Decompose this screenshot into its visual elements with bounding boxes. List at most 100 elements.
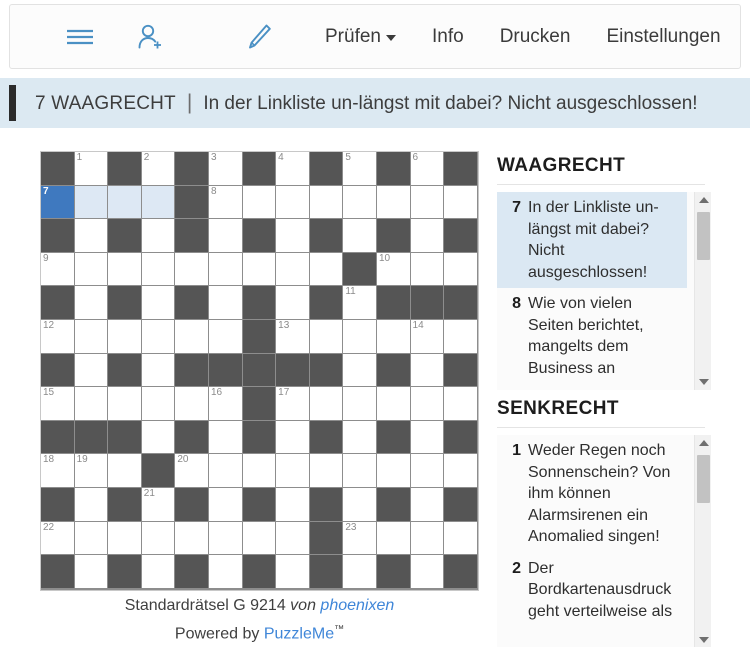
grid-cell[interactable] xyxy=(276,286,310,320)
grid-cell[interactable] xyxy=(343,487,377,522)
grid-cell[interactable] xyxy=(309,319,344,354)
grid-cell[interactable]: 1 xyxy=(74,152,109,186)
across-scrollbar[interactable] xyxy=(694,192,711,390)
grid-cell[interactable] xyxy=(343,454,377,488)
across-scroll-down-icon[interactable] xyxy=(695,374,711,390)
grid-cell[interactable] xyxy=(74,487,109,522)
grid-cell[interactable] xyxy=(74,387,109,421)
grid-cell[interactable] xyxy=(74,185,109,220)
grid-cell[interactable] xyxy=(141,420,176,455)
across-scrollbar-thumb[interactable] xyxy=(697,212,710,260)
grid-cell[interactable]: 23 xyxy=(343,521,377,556)
grid-cell[interactable]: 9 xyxy=(41,252,75,287)
grid-cell[interactable] xyxy=(410,487,445,522)
grid-cell[interactable] xyxy=(376,185,411,220)
grid-cell[interactable]: 3 xyxy=(208,152,243,186)
grid-cell[interactable] xyxy=(74,319,109,354)
grid-cell[interactable] xyxy=(444,454,478,488)
grid-cell[interactable] xyxy=(141,555,176,589)
grid-cell[interactable] xyxy=(175,521,209,556)
grid-cell[interactable] xyxy=(343,420,377,455)
grid-cell[interactable] xyxy=(141,387,176,421)
hamburger-menu-icon[interactable] xyxy=(65,27,95,47)
check-button[interactable]: Prüfen xyxy=(325,26,396,48)
grid-cell[interactable]: 22 xyxy=(41,521,75,556)
down-scroll-area[interactable]: 1 Weder Regen noch Sonnenschein? Von ihm … xyxy=(497,435,687,627)
clue-item[interactable]: 8 Wie von vielen Seiten berichtet, mangel… xyxy=(497,288,687,384)
grid-cell[interactable]: 16 xyxy=(208,387,243,421)
grid-cell[interactable] xyxy=(376,319,411,354)
grid-cell[interactable] xyxy=(410,387,445,421)
grid-cell[interactable] xyxy=(309,252,344,287)
clue-item[interactable]: 2 Der Bordkartenausdruck geht verteilweis… xyxy=(497,553,687,628)
grid-cell[interactable]: 17 xyxy=(276,387,310,421)
grid-cell[interactable] xyxy=(276,521,310,556)
grid-cell[interactable] xyxy=(208,555,243,589)
grid-cell[interactable]: 18 xyxy=(41,454,75,488)
add-user-icon[interactable] xyxy=(135,22,165,52)
grid-cell[interactable] xyxy=(242,454,277,488)
grid-cell[interactable]: 12 xyxy=(41,319,75,354)
grid-cell[interactable] xyxy=(343,387,377,421)
crossword-grid-container[interactable]: 1 2 3 4 5 6 7 8 9 10 11 12 13 14 15 16 17 18 19 20 21 22 23 xyxy=(40,151,479,591)
grid-cell[interactable]: 8 xyxy=(208,185,243,220)
grid-cell[interactable] xyxy=(108,319,142,354)
grid-cell[interactable] xyxy=(242,521,277,556)
author-link[interactable]: phoenixen xyxy=(320,597,394,614)
down-clue-list[interactable]: 1 Weder Regen noch Sonnenschein? Von ihm … xyxy=(497,435,711,647)
down-scrollbar-thumb[interactable] xyxy=(697,455,710,503)
grid-cell[interactable] xyxy=(74,219,109,253)
across-clue-list[interactable]: 7 In der Linkliste un-längst mit dabei? N… xyxy=(497,192,711,390)
down-scrollbar[interactable] xyxy=(694,435,711,647)
grid-cell[interactable] xyxy=(276,219,310,253)
grid-cell[interactable] xyxy=(141,286,176,320)
grid-cell[interactable] xyxy=(309,185,344,220)
grid-cell[interactable] xyxy=(276,252,310,287)
grid-cell[interactable] xyxy=(208,319,243,354)
grid-cell[interactable] xyxy=(208,521,243,556)
grid-cell[interactable] xyxy=(343,353,377,388)
grid-cell[interactable] xyxy=(208,286,243,320)
grid-cell[interactable] xyxy=(410,420,445,455)
grid-cell[interactable]: 20 xyxy=(175,454,209,488)
grid-cell[interactable] xyxy=(343,185,377,220)
grid-cell[interactable]: 4 xyxy=(276,152,310,186)
grid-cell[interactable] xyxy=(343,219,377,253)
grid-cell[interactable] xyxy=(276,487,310,522)
grid-cell[interactable] xyxy=(410,219,445,253)
grid-cell[interactable] xyxy=(74,252,109,287)
grid-cell[interactable] xyxy=(376,454,411,488)
grid-cell[interactable] xyxy=(141,319,176,354)
grid-cell[interactable] xyxy=(74,353,109,388)
grid-cell[interactable]: 15 xyxy=(41,387,75,421)
down-scroll-up-icon[interactable] xyxy=(695,435,711,451)
grid-cell[interactable] xyxy=(376,387,411,421)
current-clue-banner[interactable]: 7 WAAGRECHT | In der Linkliste un-längst… xyxy=(0,78,750,128)
grid-cell[interactable] xyxy=(276,454,310,488)
crossword-grid[interactable]: 1 2 3 4 5 6 7 8 9 10 11 12 13 14 15 16 17 18 19 20 21 22 23 xyxy=(41,152,478,589)
settings-button[interactable]: Einstellungen xyxy=(606,26,720,48)
grid-cell[interactable] xyxy=(74,521,109,556)
grid-cell[interactable] xyxy=(410,252,445,287)
grid-cell[interactable]: 6 xyxy=(410,152,445,186)
clue-item[interactable]: 7 In der Linkliste un-längst mit dabei? N… xyxy=(497,192,687,288)
grid-cell[interactable]: 7 xyxy=(41,185,75,220)
grid-cell[interactable] xyxy=(309,454,344,488)
grid-cell[interactable]: 10 xyxy=(376,252,411,287)
grid-cell[interactable] xyxy=(343,555,377,589)
grid-cell[interactable] xyxy=(175,387,209,421)
grid-cell[interactable] xyxy=(343,319,377,354)
grid-cell[interactable]: 2 xyxy=(141,152,176,186)
grid-cell[interactable] xyxy=(410,185,445,220)
grid-cell[interactable] xyxy=(242,185,277,220)
grid-cell[interactable] xyxy=(410,521,445,556)
grid-cell[interactable] xyxy=(208,219,243,253)
grid-cell[interactable] xyxy=(444,387,478,421)
grid-cell[interactable] xyxy=(410,454,445,488)
grid-cell[interactable] xyxy=(242,252,277,287)
grid-cell[interactable]: 5 xyxy=(343,152,377,186)
info-button[interactable]: Info xyxy=(432,26,464,48)
grid-cell[interactable] xyxy=(444,319,478,354)
grid-cell[interactable] xyxy=(74,286,109,320)
print-button[interactable]: Drucken xyxy=(500,26,571,48)
